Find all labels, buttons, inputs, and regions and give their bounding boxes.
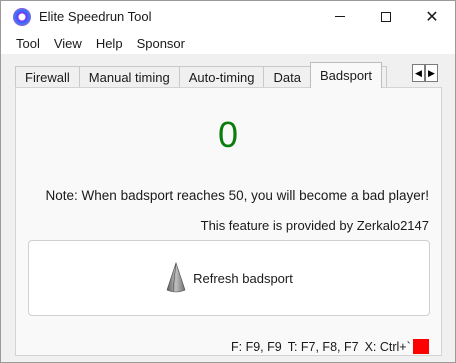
status-firewall-keys: F: F9, F9 [231, 340, 282, 354]
chevron-right-icon: ▶ [428, 67, 435, 78]
maximize-button[interactable] [363, 1, 409, 32]
tab-scroll-right-button[interactable]: ▶ [425, 64, 438, 82]
close-button[interactable]: ✕ [409, 1, 455, 32]
feature-credit: This feature is provided by Zerkalo2147 [200, 218, 429, 233]
tab-data[interactable]: Data [263, 66, 311, 88]
maximize-icon [381, 11, 391, 22]
tab-auto-timing[interactable]: Auto-timing [178, 66, 265, 88]
tab-badsport[interactable]: Badsport [309, 62, 382, 88]
menu-help[interactable]: Help [89, 36, 130, 51]
minimize-button[interactable] [317, 1, 363, 32]
status-timing-keys: T: F7, F8, F7 [287, 340, 359, 354]
app-window: Elite Speedrun Tool ✕ Tool View Help Spo… [0, 0, 456, 363]
status-bar: F: F9, F9 T: F7, F8, F7 X: Ctrl+` [231, 339, 417, 355]
badsport-count: 0 [217, 114, 239, 155]
menu-view[interactable]: View [47, 36, 89, 51]
minimize-icon [335, 16, 345, 17]
close-icon: ✕ [425, 6, 439, 26]
chevron-left-icon: ◀ [415, 67, 422, 78]
refresh-button-label: Refresh badsport [193, 270, 293, 286]
tab-firewall[interactable]: Firewall [15, 66, 80, 88]
window-title: Elite Speedrun Tool [39, 9, 152, 24]
menu-tool[interactable]: Tool [9, 36, 47, 51]
menu-bar: Tool View Help Sponsor [1, 32, 455, 54]
tabs-row: Firewall Manual timing Auto-timing Data … [15, 62, 387, 88]
refresh-button-content: Refresh badsport [165, 262, 293, 294]
tab-strip: Firewall Manual timing Auto-timing Data … [1, 54, 455, 88]
tab-scroll-left-button[interactable]: ◀ [412, 64, 425, 82]
refresh-badsport-button[interactable]: Refresh badsport [28, 240, 430, 316]
status-indicator [413, 339, 429, 354]
badsport-note: Note: When badsport reaches 50, you will… [45, 188, 429, 203]
title-bar[interactable]: Elite Speedrun Tool ✕ [1, 1, 455, 32]
tab-manual-timing[interactable]: Manual timing [78, 66, 180, 88]
cone-icon [166, 262, 186, 293]
app-logo-icon [13, 8, 31, 26]
status-x-keys: X: Ctrl+` [364, 340, 411, 354]
menu-sponsor[interactable]: Sponsor [130, 36, 192, 51]
